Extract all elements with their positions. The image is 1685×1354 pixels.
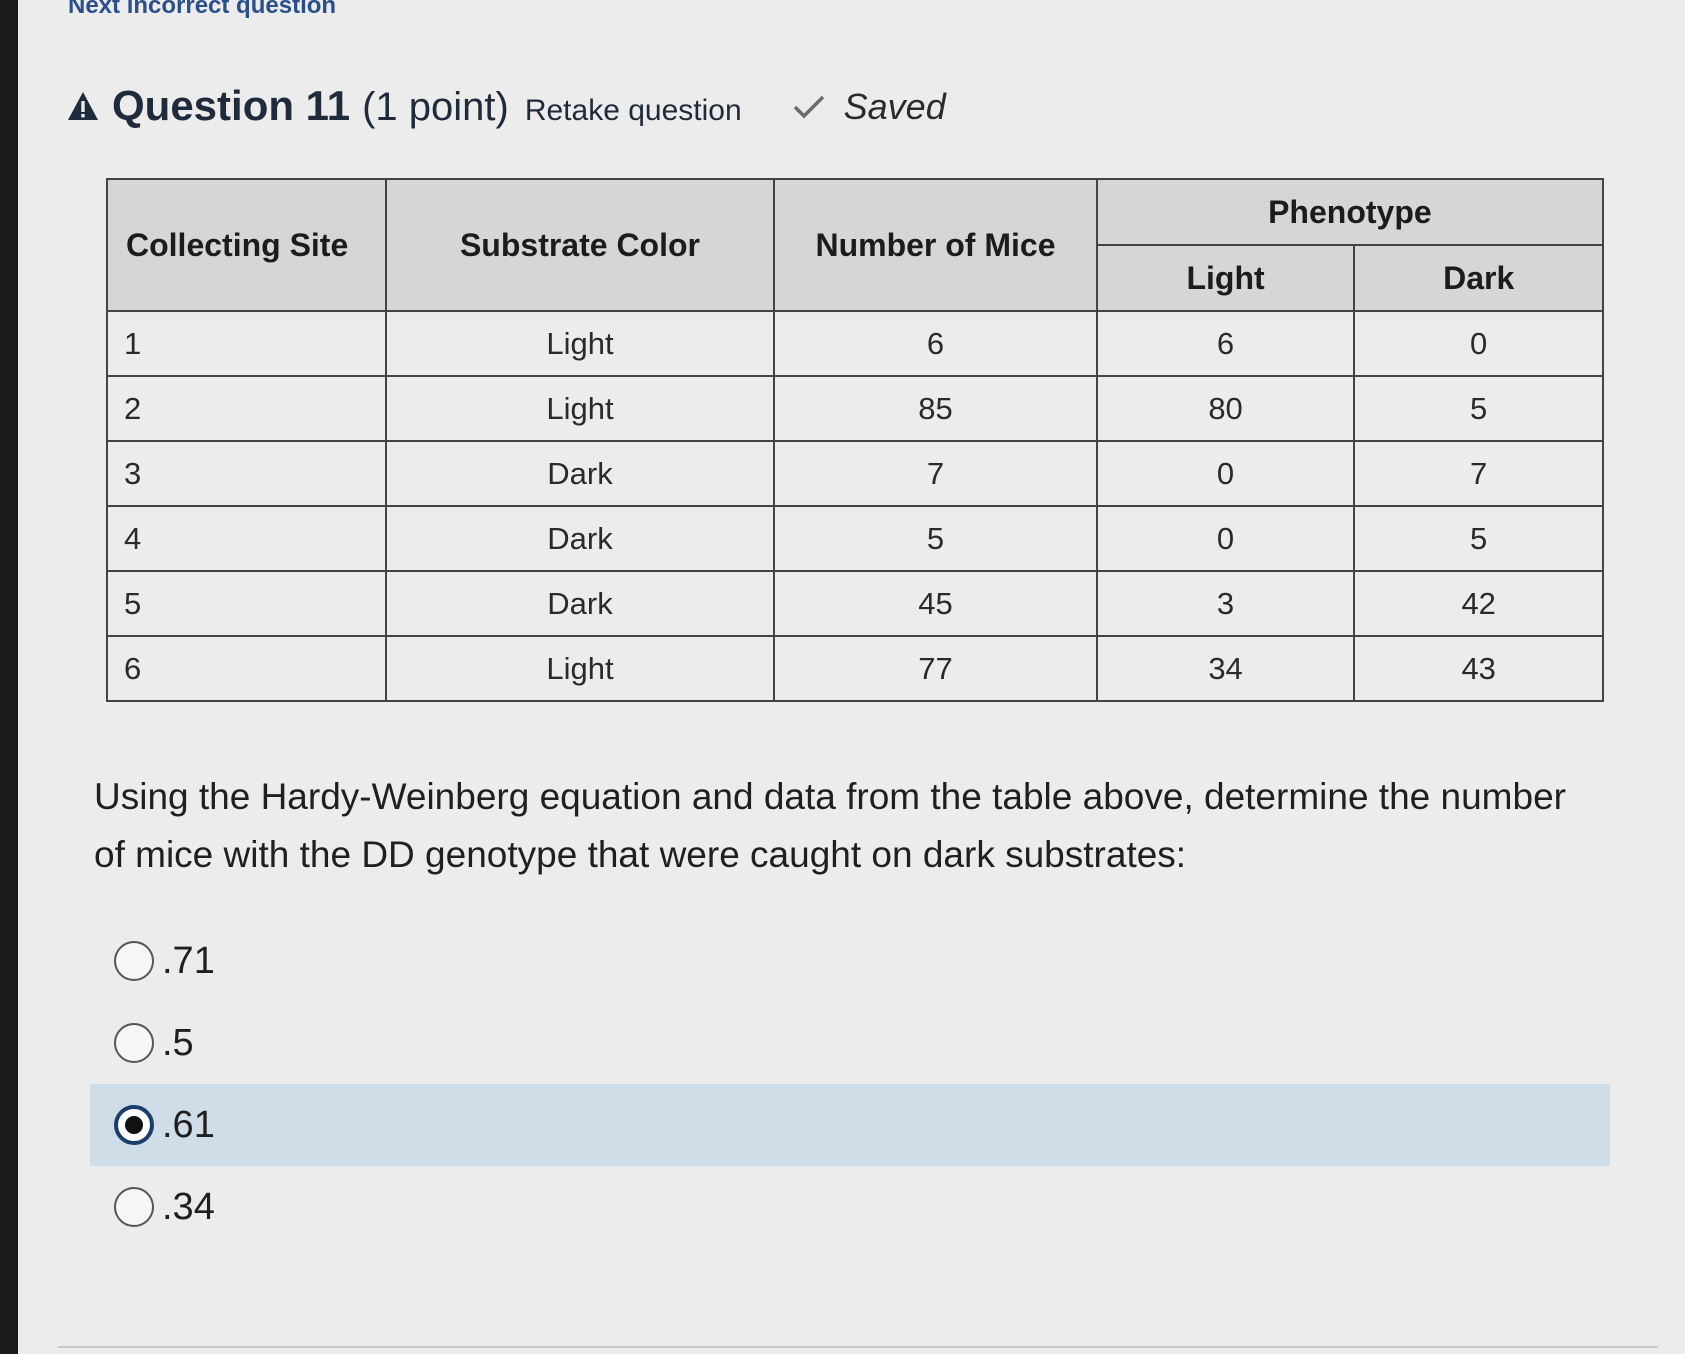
cell-light: 3: [1095, 570, 1356, 637]
cell-mice: 77: [773, 635, 1098, 702]
mice-data-table: Collecting Site Substrate Color Number o…: [106, 178, 1605, 702]
radio-button[interactable]: [114, 1105, 154, 1145]
radio-selected-dot: [125, 1116, 143, 1134]
answer-options: .71 .5 .61 .34: [90, 920, 1610, 1248]
warning-icon: [66, 89, 100, 123]
answer-option-label: .5: [162, 1021, 194, 1064]
cell-light: 6: [1095, 310, 1356, 377]
table-row: 1 Light 6 6 0: [106, 310, 1604, 377]
cell-substrate: Dark: [384, 570, 776, 637]
cell-dark: 42: [1353, 570, 1604, 637]
table-row: 4 Dark 5 0 5: [106, 505, 1604, 572]
radio-button[interactable]: [114, 1187, 154, 1227]
table-row: 5 Dark 45 3 42: [106, 570, 1604, 637]
answer-option-label: .34: [162, 1185, 215, 1228]
table-row: 2 Light 85 80 5: [106, 375, 1604, 442]
cell-site: 1: [106, 310, 387, 377]
cell-substrate: Dark: [384, 505, 776, 572]
quiz-page: Next incorrect question Question 11 (1 p…: [18, 0, 1685, 1354]
question-points: (1 point): [362, 85, 509, 129]
question-header: Question 11 (1 point) Retake question Sa…: [66, 82, 946, 130]
saved-label: Saved: [843, 86, 946, 127]
header-number-of-mice: Number of Mice: [773, 178, 1098, 312]
cell-substrate: Dark: [384, 440, 776, 507]
radio-button[interactable]: [114, 1023, 154, 1063]
answer-option[interactable]: .61: [90, 1084, 1610, 1166]
retake-question-link[interactable]: Retake question: [525, 94, 742, 128]
cell-dark: 5: [1353, 505, 1604, 572]
table-row: 6 Light 77 34 43: [106, 635, 1604, 702]
cell-mice: 5: [773, 505, 1098, 572]
header-phenotype: Phenotype: [1095, 178, 1605, 246]
cell-substrate: Light: [384, 635, 776, 702]
save-status: Saved: [792, 86, 946, 128]
cell-site: 3: [106, 440, 387, 507]
cell-mice: 6: [773, 310, 1098, 377]
cell-light: 0: [1095, 440, 1356, 507]
header-phenotype-dark: Dark: [1353, 244, 1604, 312]
cell-mice: 7: [773, 440, 1098, 507]
next-incorrect-question-link[interactable]: Next incorrect question: [68, 0, 336, 20]
cell-light: 34: [1095, 635, 1356, 702]
radio-button[interactable]: [114, 941, 154, 981]
cell-site: 5: [106, 570, 387, 637]
header-collecting-site: Collecting Site: [106, 178, 387, 312]
cell-site: 2: [106, 375, 387, 442]
cell-site: 4: [106, 505, 387, 572]
header-substrate-color: Substrate Color: [384, 178, 776, 312]
answer-option[interactable]: .34: [90, 1166, 1610, 1248]
question-prompt: Using the Hardy-Weinberg equation and da…: [94, 776, 1566, 875]
header-phenotype-light: Light: [1095, 244, 1356, 312]
cell-dark: 5: [1353, 375, 1604, 442]
checkmark-icon: [792, 94, 826, 120]
cell-site: 6: [106, 635, 387, 702]
divider: [58, 1346, 1658, 1348]
cell-substrate: Light: [384, 310, 776, 377]
cell-dark: 7: [1353, 440, 1604, 507]
answer-option[interactable]: .5: [90, 1002, 1610, 1084]
cell-mice: 45: [773, 570, 1098, 637]
answer-option-label: .71: [162, 939, 215, 982]
table-row: 3 Dark 7 0 7: [106, 440, 1604, 507]
cell-light: 80: [1095, 375, 1356, 442]
cell-mice: 85: [773, 375, 1098, 442]
answer-option-label: .61: [162, 1103, 215, 1146]
answer-option[interactable]: .71: [90, 920, 1610, 1002]
cell-dark: 0: [1353, 310, 1604, 377]
cell-substrate: Light: [384, 375, 776, 442]
question-title: Question 11: [112, 82, 351, 129]
cell-light: 0: [1095, 505, 1356, 572]
cell-dark: 43: [1353, 635, 1604, 702]
